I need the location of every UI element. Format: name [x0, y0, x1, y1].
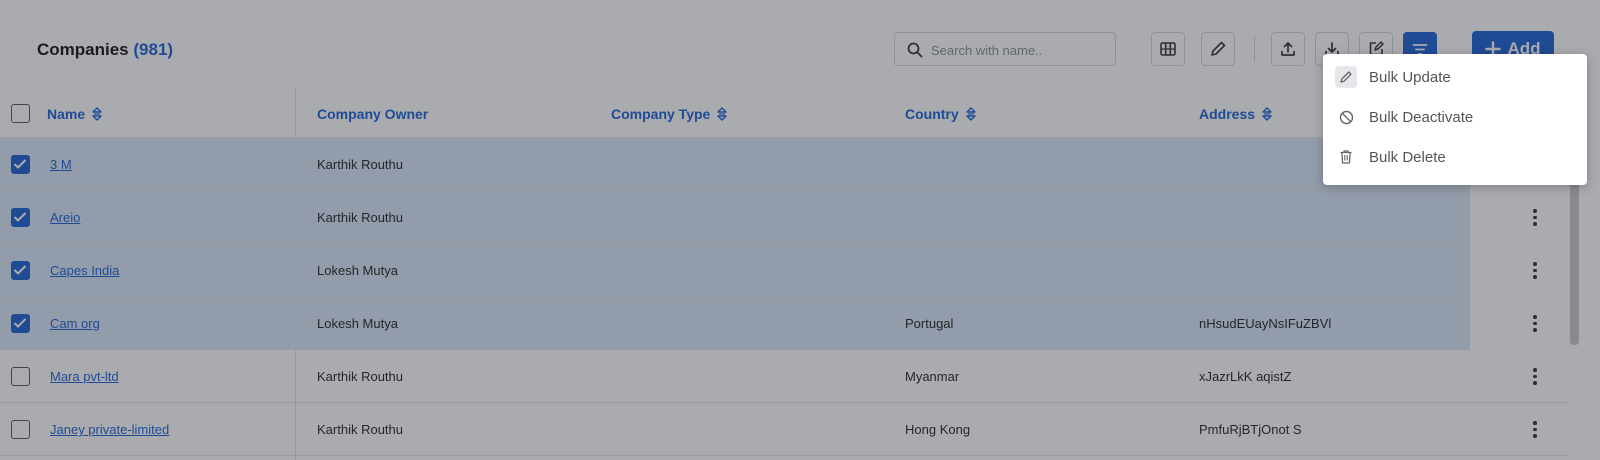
trash-icon	[1335, 146, 1357, 168]
block-icon	[1335, 106, 1357, 128]
bulk-actions-menu: Bulk Update Bulk Deactivate Bulk Delete	[1323, 54, 1587, 185]
menu-item-label: Bulk Deactivate	[1369, 108, 1474, 126]
menu-item-bulk-delete[interactable]: Bulk Delete	[1323, 138, 1587, 176]
pencil-icon	[1335, 66, 1357, 88]
menu-item-bulk-deactivate[interactable]: Bulk Deactivate	[1323, 98, 1587, 136]
menu-item-label: Bulk Delete	[1369, 148, 1446, 166]
menu-item-bulk-update[interactable]: Bulk Update	[1323, 58, 1587, 96]
menu-item-label: Bulk Update	[1369, 68, 1451, 86]
